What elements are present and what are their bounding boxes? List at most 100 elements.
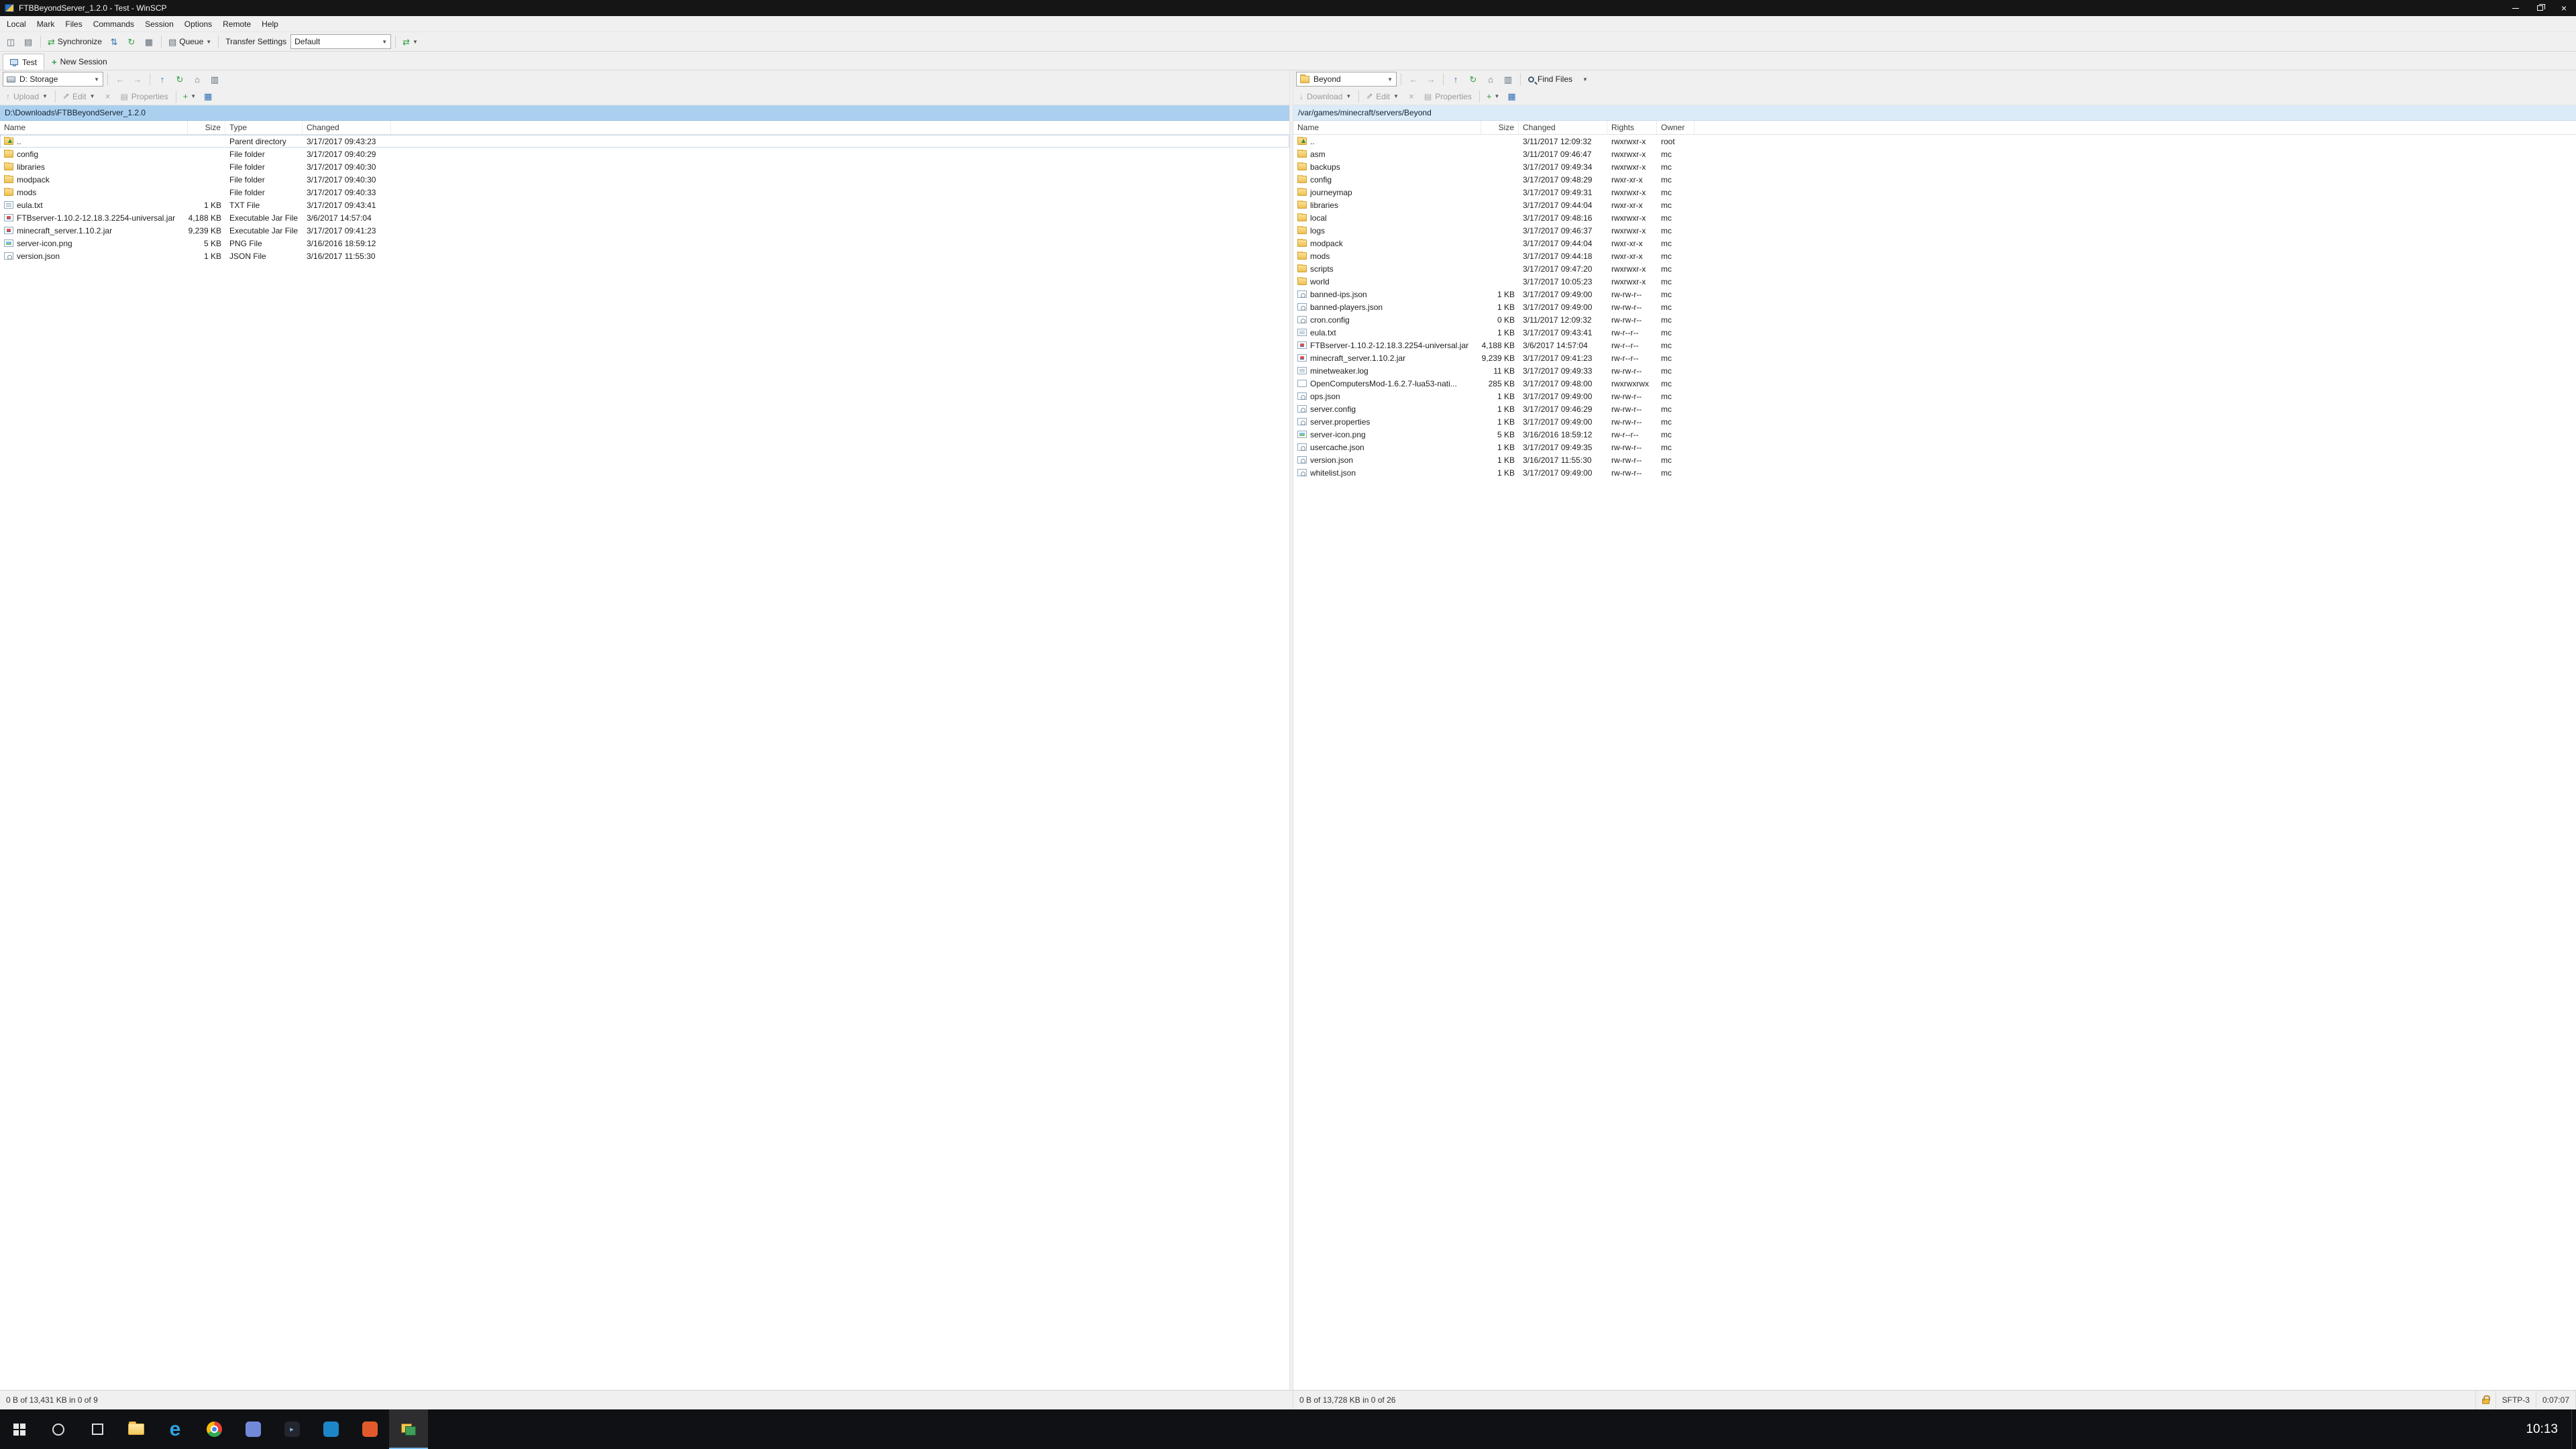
delete-icon[interactable]: × (1403, 89, 1419, 104)
file-row[interactable]: FTBserver-1.10.2-12.18.3.2254-universal.… (0, 211, 1289, 224)
file-row[interactable]: eula.txt 1 KB TXT File 3/17/2017 09:43:4… (0, 199, 1289, 211)
back-icon[interactable]: ← (112, 72, 128, 87)
forward-icon[interactable]: → (129, 72, 146, 87)
menu-item[interactable]: Mark (32, 16, 60, 32)
file-row[interactable]: asm 3/11/2017 09:46:47 rwxrwxr-x mc (1293, 148, 2576, 160)
new-icon[interactable]: +▼ (180, 89, 199, 104)
column-header-size[interactable]: Size (1481, 121, 1519, 134)
file-row[interactable]: modpack 3/17/2017 09:44:04 rwxr-xr-x mc (1293, 237, 2576, 250)
file-row[interactable]: config File folder 3/17/2017 09:40:29 (0, 148, 1289, 160)
menu-item[interactable]: Session (140, 16, 179, 32)
winscp-taskbar-button[interactable] (389, 1409, 428, 1449)
encryption-indicator[interactable] (2476, 1391, 2496, 1409)
file-row[interactable]: eula.txt 1 KB 3/17/2017 09:43:41 rw-r--r… (1293, 326, 2576, 339)
pinned-app-dark-button[interactable]: ▸ (272, 1409, 311, 1449)
show-desktop-button[interactable] (2571, 1409, 2576, 1449)
download-button[interactable]: ↓ Download ▼ (1296, 89, 1354, 104)
file-explorer-button[interactable] (117, 1409, 156, 1449)
file-row[interactable]: scripts 3/17/2017 09:47:20 rwxrwxr-x mc (1293, 262, 2576, 275)
parent-directory-icon[interactable]: ↑ (1448, 72, 1464, 87)
new-session-button[interactable]: + New Session (46, 54, 113, 70)
file-row[interactable]: banned-players.json 1 KB 3/17/2017 09:49… (1293, 301, 2576, 313)
synchronize-browsing-icon[interactable]: ⇅ (106, 34, 122, 50)
delete-icon[interactable]: × (100, 89, 116, 104)
column-header-type[interactable]: Type (225, 121, 303, 134)
remote-directory-combo[interactable]: Beyond ▼ (1296, 72, 1397, 87)
file-row[interactable]: backups 3/17/2017 09:49:34 rwxrwxr-x mc (1293, 160, 2576, 173)
directory-tree-icon[interactable]: ▥ (207, 72, 223, 87)
file-row[interactable]: server-icon.png 5 KB 3/16/2016 18:59:12 … (1293, 428, 2576, 441)
menu-item[interactable]: Files (60, 16, 87, 32)
file-row[interactable]: version.json 1 KB JSON File 3/16/2017 11… (0, 250, 1289, 262)
file-row[interactable]: ops.json 1 KB 3/17/2017 09:49:00 rw-rw-r… (1293, 390, 2576, 402)
column-header-changed[interactable]: Changed (1519, 121, 1607, 134)
pinned-app-purple-button[interactable] (233, 1409, 272, 1449)
file-row[interactable]: modpack File folder 3/17/2017 09:40:30 (0, 173, 1289, 186)
file-row[interactable]: server-icon.png 5 KB PNG File 3/16/2016 … (0, 237, 1289, 250)
preferences-icon[interactable]: ▤ (20, 34, 36, 50)
select-icon[interactable]: ▦ (200, 89, 216, 104)
refresh-icon[interactable]: ↻ (123, 34, 140, 50)
column-header-owner[interactable]: Owner (1657, 121, 1695, 134)
file-row[interactable]: cron.config 0 KB 3/11/2017 12:09:32 rw-r… (1293, 313, 2576, 326)
select-icon[interactable]: ▦ (1503, 89, 1519, 104)
edit-button[interactable]: Edit ▼ (1363, 89, 1402, 104)
menu-item[interactable]: Commands (88, 16, 140, 32)
column-header-rights[interactable]: Rights (1607, 121, 1657, 134)
menu-item[interactable]: Help (256, 16, 284, 32)
parent-directory-icon[interactable]: ↑ (154, 72, 170, 87)
back-icon[interactable]: ← (1405, 72, 1421, 87)
edit-button[interactable]: Edit ▼ (60, 89, 99, 104)
menu-item[interactable]: Local (1, 16, 32, 32)
find-files-button[interactable]: Find Files (1525, 72, 1576, 87)
new-icon[interactable]: +▼ (1484, 89, 1503, 104)
search-button[interactable] (39, 1409, 78, 1449)
file-row[interactable]: version.json 1 KB 3/16/2017 11:55:30 rw-… (1293, 453, 2576, 466)
protocol-indicator[interactable]: SFTP-3 (2496, 1391, 2536, 1409)
file-row[interactable]: whitelist.json 1 KB 3/17/2017 09:49:00 r… (1293, 466, 2576, 479)
file-row[interactable]: FTBserver-1.10.2-12.18.3.2254-universal.… (1293, 339, 2576, 352)
menu-item[interactable]: Remote (217, 16, 256, 32)
home-icon[interactable]: ⌂ (1483, 72, 1499, 87)
chrome-button[interactable] (195, 1409, 233, 1449)
transfer-settings-combo[interactable]: Default ▼ (290, 34, 391, 49)
file-row[interactable]: libraries File folder 3/17/2017 09:40:30 (0, 160, 1289, 173)
file-row[interactable]: .. Parent directory 3/17/2017 09:43:23 (0, 135, 1289, 148)
minimize-button[interactable] (2504, 0, 2528, 16)
file-row[interactable]: OpenComputersMod-1.6.2.7-lua53-nati... 2… (1293, 377, 2576, 390)
restore-button[interactable] (2528, 0, 2552, 16)
file-row[interactable]: server.properties 1 KB 3/17/2017 09:49:0… (1293, 415, 2576, 428)
file-row[interactable]: server.config 1 KB 3/17/2017 09:46:29 rw… (1293, 402, 2576, 415)
file-row[interactable]: minetweaker.log 11 KB 3/17/2017 09:49:33… (1293, 364, 2576, 377)
file-row[interactable]: minecraft_server.1.10.2.jar 9,239 KB 3/1… (1293, 352, 2576, 364)
file-row[interactable]: usercache.json 1 KB 3/17/2017 09:49:35 r… (1293, 441, 2576, 453)
forward-icon[interactable]: → (1423, 72, 1439, 87)
queue-button[interactable]: ▤ Queue ▼ (166, 34, 214, 50)
file-row[interactable]: journeymap 3/17/2017 09:49:31 rwxrwxr-x … (1293, 186, 2576, 199)
home-icon[interactable]: ⌂ (189, 72, 205, 87)
directory-tree-icon[interactable]: ▥ (1500, 72, 1516, 87)
remote-path-bar[interactable]: /var/games/minecraft/servers/Beyond (1293, 105, 2576, 121)
properties-button[interactable]: ▤ Properties (117, 89, 172, 104)
file-row[interactable]: libraries 3/17/2017 09:44:04 rwxr-xr-x m… (1293, 199, 2576, 211)
taskbar-clock[interactable]: 10:13 (2512, 1422, 2571, 1437)
compare-icon[interactable]: ▦ (141, 34, 157, 50)
task-view-button[interactable] (78, 1409, 117, 1449)
file-row[interactable]: .. 3/11/2017 12:09:32 rwxrwxr-x root (1293, 135, 2576, 148)
column-header-name[interactable]: Name (1293, 121, 1481, 134)
file-row[interactable]: local 3/17/2017 09:48:16 rwxrwxr-x mc (1293, 211, 2576, 224)
session-manager-icon[interactable]: ◫ (3, 34, 19, 50)
file-row[interactable]: config 3/17/2017 09:48:29 rwxr-xr-x mc (1293, 173, 2576, 186)
transfer-options-icon[interactable]: ⇄▼ (400, 34, 421, 50)
edge-button[interactable]: e (156, 1409, 195, 1449)
session-tab-test[interactable]: Test (3, 54, 44, 70)
drive-combo[interactable]: D: Storage ▼ (3, 72, 103, 87)
pinned-app-blue-button[interactable] (311, 1409, 350, 1449)
local-path-bar[interactable]: D:\Downloads\FTBBeyondServer_1.2.0 (0, 105, 1289, 121)
file-row[interactable]: banned-ips.json 1 KB 3/17/2017 09:49:00 … (1293, 288, 2576, 301)
refresh-icon[interactable]: ↻ (1465, 72, 1481, 87)
close-button[interactable]: × (2552, 0, 2576, 16)
column-header-changed[interactable]: Changed (303, 121, 391, 134)
file-row[interactable]: minecraft_server.1.10.2.jar 9,239 KB Exe… (0, 224, 1289, 237)
properties-button[interactable]: ▤ Properties (1421, 89, 1475, 104)
